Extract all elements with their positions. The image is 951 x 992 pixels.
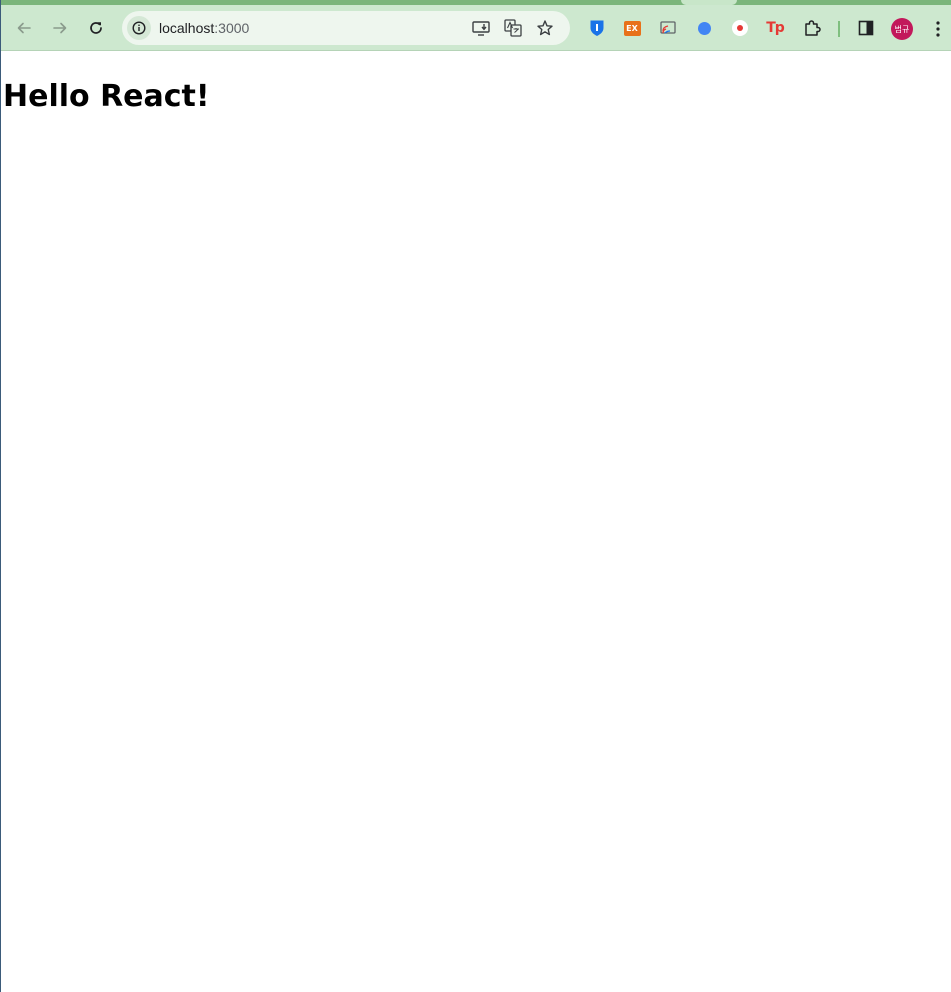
- side-panel-icon: [858, 20, 874, 36]
- install-app-button[interactable]: [471, 18, 491, 38]
- star-icon: [537, 20, 553, 36]
- cast-icon: [660, 21, 676, 34]
- puzzle-icon: [805, 20, 821, 36]
- browser-toolbar: localhost:3000 EX Tp 범규: [1, 5, 951, 51]
- url-text[interactable]: localhost:3000: [159, 20, 249, 36]
- url-host: localhost: [159, 20, 215, 36]
- bookmark-button[interactable]: [535, 18, 555, 38]
- ex-badge-label: EX: [626, 23, 638, 33]
- back-button[interactable]: [9, 13, 39, 43]
- reload-button[interactable]: [81, 13, 111, 43]
- red-dot-icon: [732, 20, 748, 36]
- reload-icon: [90, 22, 102, 34]
- cast-extension[interactable]: [658, 18, 678, 38]
- shield-icon: [590, 20, 604, 36]
- side-panel-button[interactable]: [856, 18, 876, 38]
- bitwarden-extension[interactable]: [587, 18, 607, 38]
- arrow-left-icon: [17, 22, 31, 34]
- toolbar-separator: [838, 21, 840, 37]
- url-port: :3000: [214, 20, 250, 36]
- blue-circle-icon: [697, 21, 711, 35]
- extensions-button[interactable]: [802, 18, 822, 38]
- info-icon: [132, 21, 146, 35]
- ex-badge-icon: EX: [623, 20, 641, 36]
- site-info-button[interactable]: [127, 16, 151, 40]
- blue-dot-extension[interactable]: [694, 18, 714, 38]
- avatar-text: 범규: [894, 24, 910, 34]
- ex-extension[interactable]: EX: [622, 18, 642, 38]
- red-dot-extension[interactable]: [730, 18, 750, 38]
- kebab-menu-icon: [936, 21, 940, 37]
- address-bar[interactable]: localhost:3000: [122, 11, 570, 45]
- tp-extension[interactable]: Tp: [765, 18, 785, 38]
- install-app-icon: [472, 21, 490, 36]
- arrow-right-icon: [53, 22, 67, 34]
- page-heading: Hello React!: [3, 79, 210, 114]
- translate-button[interactable]: [503, 18, 523, 38]
- tp-logo-icon: Tp: [766, 20, 785, 36]
- profile-avatar[interactable]: 범규: [891, 18, 913, 40]
- page-content: Hello React!: [1, 52, 951, 992]
- browser-window: localhost:3000 EX Tp 범규 Hello React!: [0, 0, 951, 992]
- translate-icon: [504, 19, 522, 37]
- forward-button[interactable]: [45, 13, 75, 43]
- browser-menu-button[interactable]: [929, 18, 947, 40]
